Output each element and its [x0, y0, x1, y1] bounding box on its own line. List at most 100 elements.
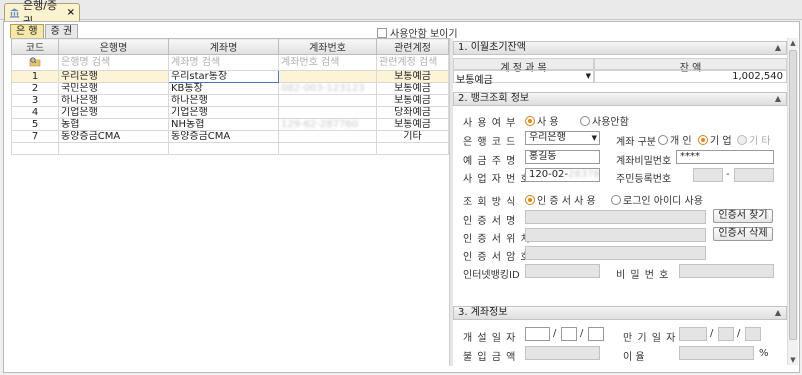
- radio-icon[interactable]: [737, 134, 747, 145]
- method-login-radio[interactable]: 로그인 아이디 사용: [611, 192, 703, 207]
- table-row[interactable]: 2 국민은행 KB통장 082-003-123123 보통예금: [11, 82, 449, 95]
- row-code: 7: [11, 130, 59, 143]
- cert-name-input[interactable]: [525, 210, 706, 224]
- maturity-year-input[interactable]: [679, 327, 707, 341]
- dropdown-icon[interactable]: ▼: [586, 71, 591, 82]
- detail-scrollbar[interactable]: ▲ ▼: [787, 38, 798, 365]
- method-cert-radio[interactable]: 인 증 서 사 용: [525, 192, 596, 207]
- row-bank: 국민은행: [58, 82, 169, 95]
- bank-name-search-cell[interactable]: 은행명 검색: [58, 54, 169, 71]
- maturity-day-input[interactable]: [745, 327, 761, 341]
- row-code: 1: [11, 70, 59, 83]
- account-name-search-cell[interactable]: 계좌명 검색: [168, 54, 279, 71]
- bank-code-select[interactable]: 우리은행 ▼: [525, 131, 600, 145]
- account-no-search-cell[interactable]: 계좌번호 검색: [278, 54, 377, 71]
- open-year-input[interactable]: [525, 327, 550, 341]
- acct-pw-input[interactable]: ****: [676, 150, 774, 164]
- filter-row: 은행명 검색 계좌명 검색 계좌번호 검색 관련계정 검색: [11, 54, 449, 71]
- open-month-input[interactable]: [561, 327, 577, 341]
- ibank-id-label: 인터넷뱅킹ID: [463, 270, 520, 281]
- subtab-bar: 은 행 증 권: [10, 24, 79, 38]
- cert-location-input[interactable]: [525, 228, 706, 242]
- use-no-radio[interactable]: 사용안함: [580, 113, 629, 128]
- cert-delete-button[interactable]: 인증서 삭제: [713, 227, 773, 241]
- document-tab[interactable]: 은행/증권 ×: [4, 0, 80, 28]
- table-row[interactable]: 3 하나은행 하나은행 보통예금: [11, 94, 449, 107]
- bizno-input[interactable]: 120-02-28378: [525, 168, 600, 182]
- holder-input[interactable]: 홍길동: [525, 150, 600, 164]
- table-row[interactable]: 4 기업은행 기업은행 당좌예금: [11, 106, 449, 119]
- cert-name-label: 인 증 서 명: [463, 216, 517, 227]
- balance-header: 계 정 과 목 잔 액: [453, 58, 787, 74]
- ssn-front-input[interactable]: [693, 168, 723, 182]
- row-account-name: KB통장: [168, 82, 279, 95]
- scroll-up-icon[interactable]: ▲: [788, 38, 798, 48]
- radio-icon[interactable]: [580, 115, 590, 126]
- tab-bank[interactable]: 은 행: [10, 24, 44, 38]
- ibank-id-input[interactable]: [525, 264, 600, 278]
- acct-other-radio[interactable]: 기 타: [737, 132, 771, 147]
- collapse-icon[interactable]: ▲: [775, 42, 781, 54]
- col-balance-header: 잔 액: [594, 58, 787, 74]
- row-related: 당좌예금: [376, 106, 449, 119]
- row-related: 보통예금: [376, 82, 449, 95]
- acct-personal-radio[interactable]: 개 인: [658, 132, 692, 147]
- row-account-name: NH농협: [168, 118, 279, 131]
- table-row[interactable]: 7 동양증금CMA 동양증금CMA 기타: [11, 130, 449, 143]
- account-value: 보통예금: [456, 75, 493, 86]
- scroll-down-icon[interactable]: ▼: [788, 355, 798, 365]
- section-bank-inquiry-header[interactable]: 2. 뱅크조회 정보 ▲: [453, 92, 787, 106]
- radio-label: 로그인 아이디 사용: [623, 196, 703, 207]
- column-header[interactable]: 은행명: [58, 38, 169, 55]
- dropdown-icon[interactable]: ▼: [592, 132, 597, 144]
- column-header[interactable]: 코드: [11, 38, 59, 55]
- acct-corp-radio[interactable]: 기 업: [698, 132, 732, 147]
- ssn-back-input[interactable]: [734, 168, 774, 182]
- scroll-thumb[interactable]: [789, 50, 797, 340]
- cert-password-input[interactable]: [525, 246, 706, 260]
- row-account-no: 082-003-123123: [278, 82, 377, 95]
- row-bank: 농협: [58, 118, 169, 131]
- row-account-name: 동양증금CMA: [168, 130, 279, 143]
- section-account-info-header[interactable]: 3. 계좌정보 ▲: [453, 306, 787, 320]
- collapse-icon[interactable]: ▲: [775, 93, 781, 105]
- row-bank: 동양증금CMA: [58, 130, 169, 143]
- cert-find-button[interactable]: 인증서 찾기: [713, 209, 773, 223]
- bank-code-label: 은 행 코 드: [463, 137, 517, 148]
- tab-securities[interactable]: 증 권: [44, 24, 79, 38]
- radio-icon[interactable]: [525, 115, 535, 126]
- row-bank: 하나은행: [58, 94, 169, 107]
- table-row[interactable]: 5 농협 NH농협 129-62-287760 보통예금: [11, 118, 449, 131]
- acct-pw-label: 계좌비밀번호: [616, 156, 672, 167]
- section-initial-balance-header[interactable]: 1. 이월초기잔액 ▲: [453, 41, 787, 55]
- radio-label: 기 업: [710, 136, 732, 147]
- open-day-input[interactable]: [588, 327, 604, 341]
- row-account-no: [278, 70, 377, 83]
- maturity-month-input[interactable]: [718, 327, 734, 341]
- radio-icon[interactable]: [658, 134, 668, 145]
- collapse-icon[interactable]: ▲: [775, 307, 781, 319]
- radio-label: 인 증 서 사 용: [537, 196, 596, 207]
- account-select[interactable]: 보통예금 ▼: [453, 70, 594, 86]
- rate-input[interactable]: [679, 346, 754, 360]
- close-icon[interactable]: ×: [67, 7, 75, 18]
- bank-account-table: 코드 은행명 계좌명 계좌번호 관련계정 은행명 검색 계좌명 검색 계좌번호 …: [11, 38, 449, 155]
- radio-icon[interactable]: [525, 194, 535, 205]
- balance-value[interactable]: 1,002,540: [594, 70, 787, 83]
- empty-row[interactable]: [11, 142, 449, 155]
- row-code: 4: [11, 106, 59, 119]
- use-yes-radio[interactable]: 사 용: [525, 113, 559, 128]
- related-account-search-cell[interactable]: 관련계정 검색: [376, 54, 449, 71]
- table-row[interactable]: 1 우리은행 우리star통장 보통예금: [11, 70, 449, 83]
- column-header[interactable]: 관련계정: [376, 38, 449, 55]
- radio-icon[interactable]: [611, 194, 621, 205]
- checkbox-icon[interactable]: [377, 27, 387, 38]
- column-header[interactable]: 계좌번호: [278, 38, 377, 55]
- row-account-name: 기업은행: [168, 106, 279, 119]
- radio-icon[interactable]: [698, 134, 708, 145]
- row-account-name-editor[interactable]: 우리star통장: [168, 70, 279, 83]
- column-header[interactable]: 계좌명: [168, 38, 279, 55]
- row-code: 2: [11, 82, 59, 95]
- deposit-input[interactable]: [525, 346, 600, 360]
- password-input[interactable]: [679, 264, 774, 278]
